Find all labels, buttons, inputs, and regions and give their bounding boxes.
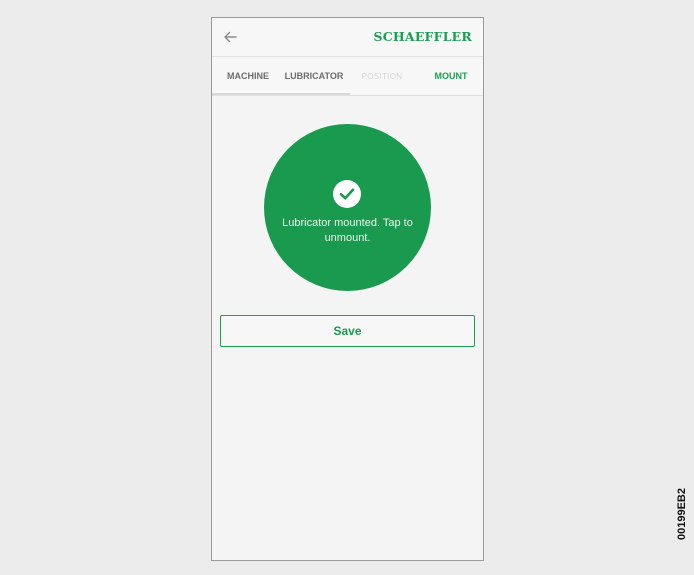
tab-machine[interactable]: MACHINE xyxy=(218,57,278,95)
tab-position: POSITION xyxy=(361,71,403,81)
mount-status-message: Lubricator mounted. Tap to unmount. xyxy=(282,217,413,244)
tab-mount[interactable]: MOUNT xyxy=(424,57,478,95)
figure-page: SCHAEFFLER MACHINE LUBRICATOR POSITION M… xyxy=(0,0,694,575)
mount-status-button[interactable]: Lubricator mounted. Tap to unmount. xyxy=(264,124,431,291)
progress-underline xyxy=(212,93,350,95)
phone-screen: SCHAEFFLER MACHINE LUBRICATOR POSITION M… xyxy=(211,17,484,561)
app-bar: SCHAEFFLER xyxy=(212,18,483,57)
schaeffler-logo: SCHAEFFLER xyxy=(373,29,472,44)
step-tabs: MACHINE LUBRICATOR POSITION MOUNT xyxy=(212,57,483,96)
check-circle-icon xyxy=(333,180,361,208)
arrow-left-icon xyxy=(224,31,237,43)
save-button[interactable]: Save xyxy=(220,315,475,347)
tab-lubricator[interactable]: LUBRICATOR xyxy=(280,57,348,95)
back-button[interactable] xyxy=(219,26,241,48)
figure-code: 00199EB2 xyxy=(676,488,688,540)
